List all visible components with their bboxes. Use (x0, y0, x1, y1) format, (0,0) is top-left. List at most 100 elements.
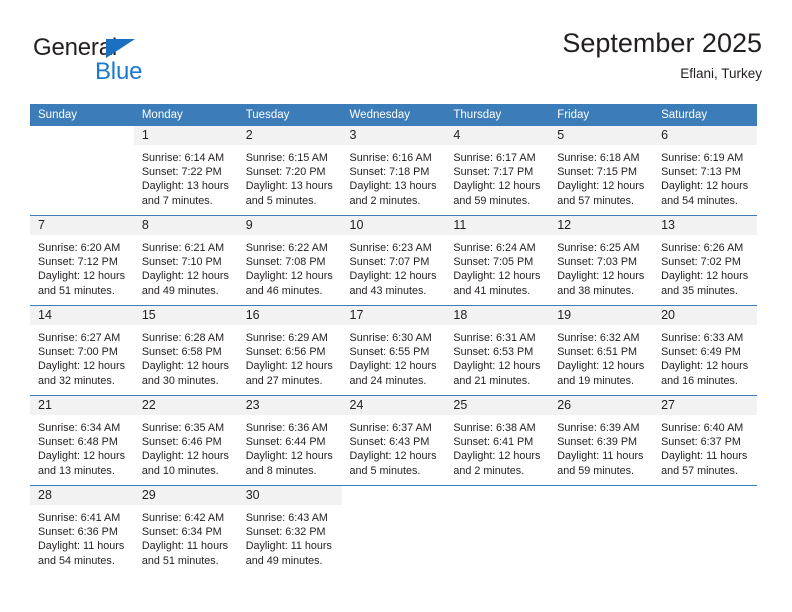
day-cell-5[interactable]: 5 Sunrise: 6:18 AM Sunset: 7:15 PM Daylight… (549, 126, 654, 215)
calendar-day-cell[interactable]: 16 Sunrise: 6:29 AM Sunset: 6:56 PM Dayligh… (237, 305, 342, 396)
calendar-day-cell[interactable]: 17 Sunrise: 6:30 AM Sunset: 6:55 PM Dayligh… (341, 305, 446, 396)
calendar-day-cell[interactable] (549, 485, 654, 575)
day-cell-15[interactable]: 15 Sunrise: 6:28 AM Sunset: 6:58 PM Dayligh… (133, 306, 238, 395)
calendar-day-cell[interactable]: 8 Sunrise: 6:21 AM Sunset: 7:10 PM Daylight… (133, 215, 238, 306)
calendar-day-cell[interactable]: 29 Sunrise: 6:42 AM Sunset: 6:34 PM Dayligh… (133, 485, 238, 575)
day-detail-line: Sunrise: 6:23 AM (349, 242, 432, 254)
logo-text-general: General (33, 34, 117, 61)
day-cell-16[interactable]: 16 Sunrise: 6:29 AM Sunset: 6:56 PM Dayligh… (237, 306, 342, 395)
calendar-day-cell[interactable]: 12 Sunrise: 6:25 AM Sunset: 7:03 PM Dayligh… (549, 215, 654, 306)
day-details: Sunrise: 6:27 AM Sunset: 7:00 PM Daylight:… (30, 325, 134, 388)
day-number: 30 (237, 486, 342, 505)
day-number: 19 (549, 306, 654, 325)
day-details: Sunrise: 6:36 AM Sunset: 6:44 PM Daylight:… (238, 415, 342, 478)
day-detail-line: and 51 minutes. (141, 554, 219, 567)
day-cell-14[interactable]: 14 Sunrise: 6:27 AM Sunset: 7:00 PM Dayligh… (30, 306, 134, 395)
day-detail-line: Sunrise: 6:43 AM (245, 512, 328, 524)
day-cell-12[interactable]: 12 Sunrise: 6:25 AM Sunset: 7:03 PM Dayligh… (549, 216, 654, 305)
day-number (445, 486, 549, 505)
calendar-day-cell[interactable]: 13 Sunrise: 6:26 AM Sunset: 7:02 PM Dayligh… (653, 215, 757, 306)
calendar-day-cell[interactable]: 26 Sunrise: 6:39 AM Sunset: 6:39 PM Dayligh… (549, 395, 654, 486)
calendar-day-cell[interactable]: 9 Sunrise: 6:22 AM Sunset: 7:08 PM Daylight… (237, 215, 342, 306)
calendar-day-cell[interactable] (341, 485, 446, 575)
day-cell-9[interactable]: 9 Sunrise: 6:22 AM Sunset: 7:08 PM Daylight… (237, 216, 342, 305)
calendar-day-cell[interactable]: 1 Sunrise: 6:14 AM Sunset: 7:22 PM Daylight… (133, 126, 238, 216)
day-cell-8[interactable]: 8 Sunrise: 6:21 AM Sunset: 7:10 PM Daylight… (133, 216, 238, 305)
day-cell-19[interactable]: 19 Sunrise: 6:32 AM Sunset: 6:51 PM Dayligh… (549, 306, 654, 395)
calendar-week-row: 28 Sunrise: 6:41 AM Sunset: 6:36 PM Dayligh… (30, 485, 757, 575)
calendar-table: Sunday Monday Tuesday Wednesday Thursday Frid… (30, 104, 757, 575)
calendar-day-cell[interactable]: 21 Sunrise: 6:34 AM Sunset: 6:48 PM Dayligh… (30, 395, 134, 486)
day-cell-20[interactable]: 20 Sunrise: 6:33 AM Sunset: 6:49 PM Dayligh… (653, 306, 757, 395)
calendar-day-cell[interactable]: 28 Sunrise: 6:41 AM Sunset: 6:36 PM Dayligh… (30, 485, 134, 575)
calendar-day-cell[interactable]: 22 Sunrise: 6:35 AM Sunset: 6:46 PM Dayligh… (133, 395, 238, 486)
empty-day-cell (549, 486, 653, 575)
calendar-day-cell[interactable]: 14 Sunrise: 6:27 AM Sunset: 7:00 PM Dayligh… (30, 305, 134, 396)
day-detail-line: Sunset: 6:34 PM (141, 526, 222, 539)
day-cell-13[interactable]: 13 Sunrise: 6:26 AM Sunset: 7:02 PM Dayligh… (653, 216, 757, 305)
day-cell-3[interactable]: 3 Sunrise: 6:16 AM Sunset: 7:18 PM Daylight… (341, 126, 446, 215)
calendar-day-cell[interactable]: 6 Sunrise: 6:19 AM Sunset: 7:13 PM Daylight… (653, 126, 757, 216)
calendar-day-cell[interactable] (445, 485, 550, 575)
day-detail-line: Daylight: 13 hours (245, 180, 333, 193)
day-detail-line: Daylight: 11 hours (661, 450, 748, 463)
calendar-day-cell[interactable]: 24 Sunrise: 6:37 AM Sunset: 6:43 PM Dayligh… (341, 395, 446, 486)
day-detail-line: Daylight: 12 hours (245, 360, 333, 373)
day-cell-1[interactable]: 1 Sunrise: 6:14 AM Sunset: 7:22 PM Daylight… (133, 126, 238, 215)
day-cell-23[interactable]: 23 Sunrise: 6:36 AM Sunset: 6:44 PM Dayligh… (237, 396, 342, 485)
day-cell-29[interactable]: 29 Sunrise: 6:42 AM Sunset: 6:34 PM Dayligh… (133, 486, 238, 575)
logo-triangle-icon (106, 39, 135, 58)
day-detail-line: Daylight: 11 hours (38, 540, 125, 553)
day-detail-line: Sunrise: 6:17 AM (453, 152, 536, 164)
day-detail-line: and 10 minutes. (141, 464, 219, 477)
calendar-day-cell[interactable]: 25 Sunrise: 6:38 AM Sunset: 6:41 PM Dayligh… (445, 395, 550, 486)
day-cell-17[interactable]: 17 Sunrise: 6:30 AM Sunset: 6:55 PM Dayligh… (341, 306, 446, 395)
day-cell-11[interactable]: 11 Sunrise: 6:24 AM Sunset: 7:05 PM Dayligh… (445, 216, 550, 305)
calendar-day-cell[interactable]: 7 Sunrise: 6:20 AM Sunset: 7:12 PM Daylight… (30, 215, 134, 306)
calendar-day-cell[interactable]: 10 Sunrise: 6:23 AM Sunset: 7:07 PM Dayligh… (341, 215, 446, 306)
day-cell-22[interactable]: 22 Sunrise: 6:35 AM Sunset: 6:46 PM Dayligh… (133, 396, 238, 485)
day-cell-18[interactable]: 18 Sunrise: 6:31 AM Sunset: 6:53 PM Dayligh… (445, 306, 550, 395)
calendar-day-cell[interactable]: 2 Sunrise: 6:15 AM Sunset: 7:20 PM Daylight… (237, 126, 342, 216)
day-cell-25[interactable]: 25 Sunrise: 6:38 AM Sunset: 6:41 PM Dayligh… (445, 396, 550, 485)
calendar-day-cell[interactable]: 5 Sunrise: 6:18 AM Sunset: 7:15 PM Daylight… (549, 126, 654, 216)
calendar-day-cell[interactable]: 27 Sunrise: 6:40 AM Sunset: 6:37 PM Dayligh… (653, 395, 757, 486)
calendar-day-cell[interactable]: 18 Sunrise: 6:31 AM Sunset: 6:53 PM Dayligh… (445, 305, 550, 396)
day-detail-line: and 35 minutes. (661, 284, 738, 297)
day-cell-2[interactable]: 2 Sunrise: 6:15 AM Sunset: 7:20 PM Daylight… (237, 126, 342, 215)
calendar-day-cell[interactable]: 11 Sunrise: 6:24 AM Sunset: 7:05 PM Dayligh… (445, 215, 550, 306)
day-number: 27 (653, 396, 757, 415)
day-cell-26[interactable]: 26 Sunrise: 6:39 AM Sunset: 6:39 PM Dayligh… (549, 396, 654, 485)
calendar-day-cell[interactable]: 20 Sunrise: 6:33 AM Sunset: 6:49 PM Dayligh… (653, 305, 757, 396)
day-cell-4[interactable]: 4 Sunrise: 6:17 AM Sunset: 7:17 PM Daylight… (445, 126, 550, 215)
day-cell-28[interactable]: 28 Sunrise: 6:41 AM Sunset: 6:36 PM Dayligh… (30, 486, 134, 575)
day-details: Sunrise: 6:23 AM Sunset: 7:07 PM Daylight:… (342, 235, 446, 298)
calendar-day-cell[interactable]: 23 Sunrise: 6:36 AM Sunset: 6:44 PM Dayligh… (237, 395, 342, 486)
weekday-header-friday: Friday (549, 104, 654, 126)
day-detail-line: Daylight: 13 hours (141, 180, 229, 193)
day-cell-27[interactable]: 27 Sunrise: 6:40 AM Sunset: 6:37 PM Dayligh… (653, 396, 757, 485)
day-detail-line: Sunset: 6:44 PM (245, 436, 326, 449)
day-cell-10[interactable]: 10 Sunrise: 6:23 AM Sunset: 7:07 PM Dayligh… (341, 216, 446, 305)
day-detail-line: and 41 minutes. (453, 284, 531, 297)
calendar-day-cell[interactable] (30, 126, 134, 216)
day-detail-line: Daylight: 12 hours (245, 450, 333, 463)
calendar-day-cell[interactable] (653, 485, 757, 575)
calendar-day-cell[interactable]: 19 Sunrise: 6:32 AM Sunset: 6:51 PM Dayligh… (549, 305, 654, 396)
calendar-week-row: 1 Sunrise: 6:14 AM Sunset: 7:22 PM Daylight… (30, 126, 757, 216)
day-details: Sunrise: 6:41 AM Sunset: 6:36 PM Daylight:… (30, 505, 134, 568)
calendar-day-cell[interactable]: 15 Sunrise: 6:28 AM Sunset: 6:58 PM Dayligh… (133, 305, 238, 396)
day-cell-21[interactable]: 21 Sunrise: 6:34 AM Sunset: 6:48 PM Dayligh… (30, 396, 134, 485)
day-cell-24[interactable]: 24 Sunrise: 6:37 AM Sunset: 6:43 PM Dayligh… (341, 396, 446, 485)
day-cell-7[interactable]: 7 Sunrise: 6:20 AM Sunset: 7:12 PM Daylight… (30, 216, 134, 305)
calendar-day-cell[interactable]: 4 Sunrise: 6:17 AM Sunset: 7:17 PM Daylight… (445, 126, 550, 216)
general-blue-logo: General Blue (33, 36, 203, 92)
day-cell-30[interactable]: 30 Sunrise: 6:43 AM Sunset: 6:32 PM Dayligh… (237, 486, 342, 575)
day-number: 24 (341, 396, 446, 415)
day-number: 23 (237, 396, 342, 415)
day-cell-6[interactable]: 6 Sunrise: 6:19 AM Sunset: 7:13 PM Daylight… (653, 126, 757, 215)
calendar-day-cell[interactable]: 3 Sunrise: 6:16 AM Sunset: 7:18 PM Daylight… (341, 126, 446, 216)
calendar-day-cell[interactable]: 30 Sunrise: 6:43 AM Sunset: 6:32 PM Dayligh… (237, 485, 342, 575)
day-detail-line: Sunset: 6:49 PM (661, 346, 741, 359)
day-detail-line: Sunrise: 6:37 AM (349, 422, 432, 434)
